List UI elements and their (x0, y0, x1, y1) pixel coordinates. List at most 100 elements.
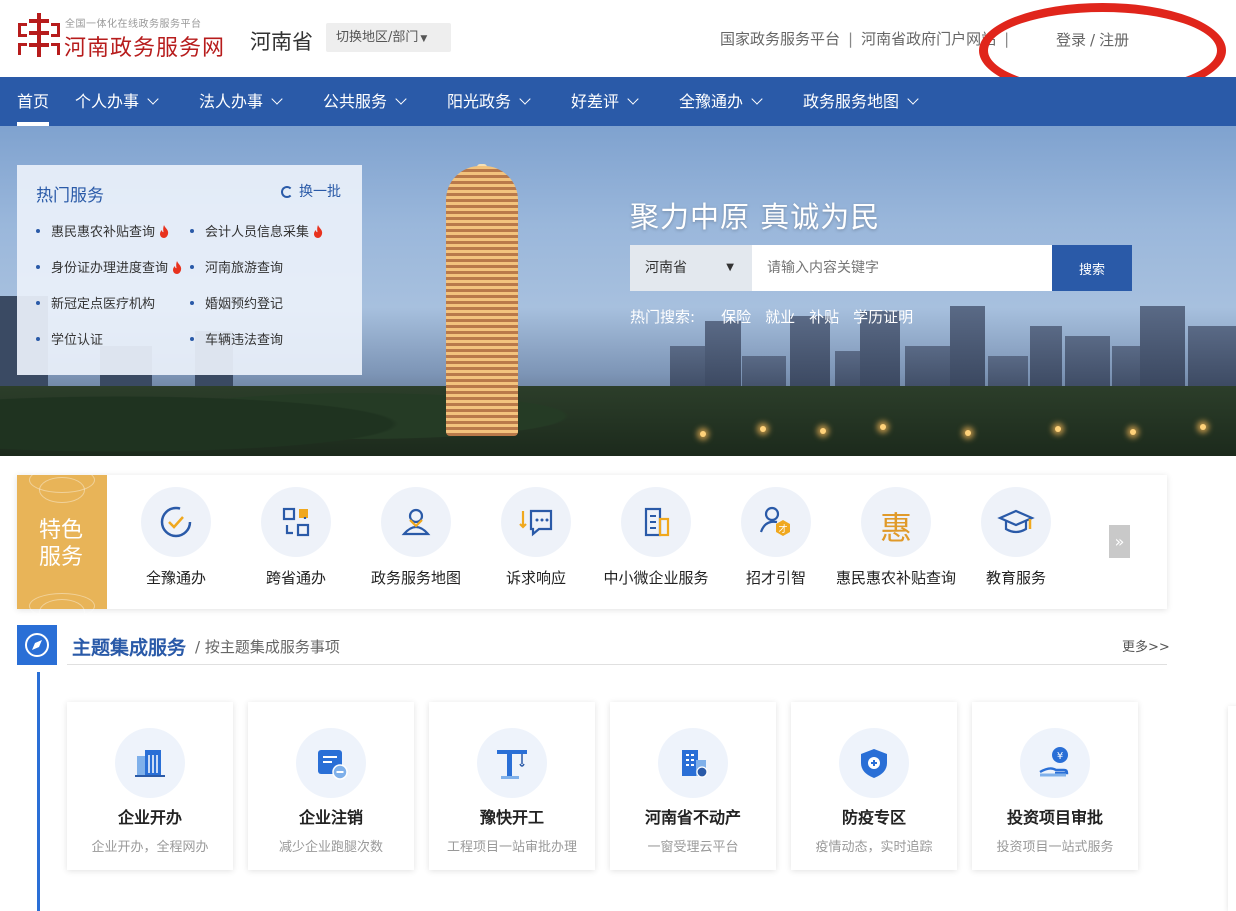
hot-service-link[interactable]: 惠民惠农补贴查询 (36, 221, 169, 240)
nav-item-label: 全豫通办 (679, 92, 744, 111)
hot-service-link[interactable]: 学位认证 (36, 329, 103, 348)
refresh-label: 换一批 (299, 184, 341, 200)
featured-item[interactable]: 全豫通办 (116, 487, 236, 588)
chevron-down-icon (271, 93, 283, 105)
hot-search-term[interactable]: 就业 (765, 308, 795, 326)
hero-banner: 热门服务 换一批 惠民惠农补贴查询 会计人员信息采集 身份证办理进度查询 河南旅… (0, 126, 1236, 456)
search-region-value: 河南省 (645, 260, 687, 276)
nav-item-label: 法人办事 (199, 92, 264, 111)
hui-char-icon: 惠 (861, 487, 931, 557)
refresh-button[interactable]: 换一批 (281, 181, 341, 201)
nav-item-label: 政务服务地图 (803, 92, 900, 111)
theme-card[interactable]: 豫快开工 工程项目一站审批办理 (429, 702, 595, 870)
clock-check-icon (141, 487, 211, 557)
nav-item-service-map[interactable]: 政务服务地图 (803, 77, 919, 126)
hot-service-label: 学位认证 (51, 333, 104, 348)
theme-card[interactable]: 防疫专区 疫情动态，实时追踪 (791, 702, 957, 870)
featured-item-label: 教育服务 (985, 569, 1046, 587)
nav-item-sunshine[interactable]: 阳光政务 (447, 77, 531, 126)
nav-item-home[interactable]: 首页 (17, 77, 50, 126)
card-title: 企业注销 (298, 808, 363, 827)
hot-service-link[interactable]: 新冠定点医疗机构 (36, 293, 155, 312)
featured-item[interactable]: 教育服务 (956, 487, 1076, 588)
link-national-platform[interactable]: 国家政务服务平台 (720, 28, 840, 49)
section-title: 主题集成服务 (72, 637, 187, 659)
logo-icon[interactable] (18, 13, 60, 57)
nav-item-legal-person[interactable]: 法人办事 (199, 77, 283, 126)
city-light (1055, 426, 1061, 432)
card-description: 一窗受理云平台 (647, 840, 739, 855)
top-links: 国家政务服务平台 | 河南省政府门户网站 | (720, 28, 1017, 49)
hot-service-link[interactable]: 会计人员信息采集 (190, 221, 323, 240)
search-region-select[interactable]: 河南省 ▼ (630, 245, 752, 291)
shield-plus-icon (839, 728, 909, 798)
hot-service-label: 会计人员信息采集 (205, 225, 310, 240)
hot-service-link[interactable]: 身份证办理进度查询 (36, 257, 182, 276)
nav-item-public[interactable]: 公共服务 (323, 77, 407, 126)
card-title: 投资项目审批 (1006, 808, 1103, 827)
featured-badge: 特色服务 (17, 467, 107, 625)
switch-region-button[interactable]: 切换地区/部门 ▼ (326, 23, 451, 52)
hui-char: 惠 (879, 509, 912, 547)
nav-item-province-wide[interactable]: 全豫通办 (679, 77, 763, 126)
featured-item-label: 招才引智 (745, 569, 806, 587)
featured-item-label: 诉求响应 (505, 569, 566, 587)
crane-icon (477, 728, 547, 798)
featured-item[interactable]: 才 招才引智 (716, 487, 836, 588)
nav-item-label: 阳光政务 (447, 92, 512, 111)
property-icon (658, 728, 728, 798)
featured-item[interactable]: 政务服务地图 (356, 487, 476, 588)
theme-section-header: 主题集成服务 / 按主题集成服务事项 更多>> (17, 625, 1170, 665)
fire-icon (173, 261, 182, 274)
more-link[interactable]: 更多>> (1122, 636, 1170, 655)
next-arrow-button[interactable]: » (1109, 525, 1130, 558)
hot-service-link[interactable]: 车辆违法查询 (190, 329, 283, 348)
search-button[interactable]: 搜索 (1052, 245, 1132, 291)
featured-item[interactable]: 惠 惠民惠农补贴查询 (836, 487, 956, 588)
nav-item-label: 首页 (17, 92, 50, 111)
featured-item-label: 惠民惠农补贴查询 (836, 569, 957, 587)
site-title[interactable]: 河南政务服务网 (64, 30, 225, 62)
graduation-cap-icon (981, 487, 1051, 557)
featured-services: 特色服务 全豫通办 跨省通办 政务服务地图 诉求响应 中小微企业服务 才 招才引… (17, 467, 1167, 625)
hot-search-term[interactable]: 保险 (721, 308, 751, 326)
search-input[interactable] (752, 245, 1052, 291)
featured-item[interactable]: 中小微企业服务 (596, 487, 716, 588)
hot-service-label: 惠民惠农补贴查询 (51, 225, 156, 240)
theme-card[interactable]: 河南省不动产 一窗受理云平台 (610, 702, 776, 870)
fire-icon (160, 225, 169, 238)
main-nav: 首页 个人办事 法人办事 公共服务 阳光政务 好差评 全豫通办 政务服务地图 (0, 77, 1236, 126)
hot-search-term[interactable]: 学历证明 (853, 308, 913, 326)
theme-card[interactable]: 企业开办 企业开办，全程网办 (67, 702, 233, 870)
hot-service-link[interactable]: 婚姻预约登记 (190, 293, 283, 312)
compass-icon (17, 625, 57, 665)
hot-services-panel: 热门服务 换一批 惠民惠农补贴查询 会计人员信息采集 身份证办理进度查询 河南旅… (17, 165, 362, 375)
city-light (820, 428, 826, 434)
talent-icon: 才 (741, 487, 811, 557)
nav-item-rating[interactable]: 好差评 (571, 77, 639, 126)
refresh-icon (281, 186, 293, 198)
nav-item-personal[interactable]: 个人办事 (75, 77, 159, 126)
link-provincial-portal[interactable]: 河南省政府门户网站 (861, 28, 996, 49)
chevron-down-icon (907, 93, 919, 105)
card-title: 企业开办 (117, 808, 182, 827)
featured-item[interactable]: 跨省通办 (236, 487, 356, 588)
hot-service-label: 婚姻预约登记 (205, 297, 284, 312)
hot-service-label: 新冠定点医疗机构 (51, 297, 156, 312)
decorative-arc (39, 599, 85, 625)
section-subtitle: / 按主题集成服务事项 (195, 638, 340, 656)
hot-service-label: 身份证办理进度查询 (51, 261, 169, 276)
featured-item[interactable]: 诉求响应 (476, 487, 596, 588)
hot-service-link[interactable]: 河南旅游查询 (190, 257, 283, 276)
theme-card[interactable]: ¥ 投资项目审批 投资项目一站式服务 (972, 702, 1138, 870)
hot-search-term[interactable]: 补贴 (809, 308, 839, 326)
city-light (1200, 424, 1206, 430)
register-link[interactable]: 注册 (1099, 31, 1129, 49)
theme-card-partial[interactable] (1228, 706, 1236, 911)
card-description: 投资项目一站式服务 (996, 840, 1114, 855)
site-header: 全国一体化在线政务服务平台 河南政务服务网 河南省 切换地区/部门 ▼ 国家政务服… (0, 0, 1236, 98)
nav-item-label: 个人办事 (75, 92, 140, 111)
featured-badge-text: 特色服务 (39, 518, 84, 570)
theme-card[interactable]: 企业注销 减少企业跑腿次数 (248, 702, 414, 870)
login-link[interactable]: 登录 (1056, 31, 1086, 49)
